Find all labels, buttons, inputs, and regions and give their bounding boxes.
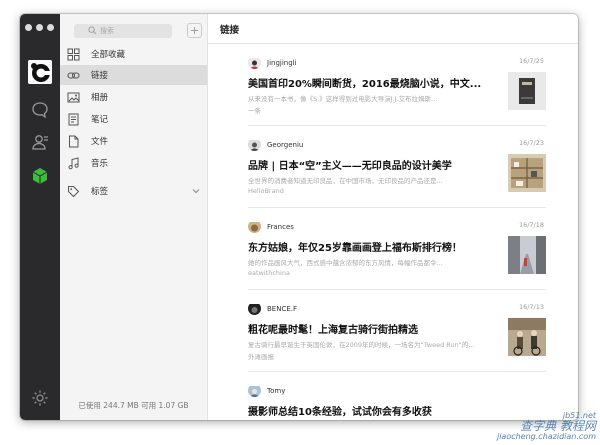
watermark: jb51.net 查字典 教程网 jiaocheng.chazidian.com bbox=[496, 411, 596, 441]
search-icon bbox=[88, 26, 97, 35]
item-date: 16/7/23 bbox=[518, 139, 544, 147]
sidebar-item-photos[interactable]: 相册 bbox=[60, 87, 207, 107]
sidebar-item-notes[interactable]: 笔记 bbox=[60, 109, 207, 129]
sidebar-item-label: 全部收藏 bbox=[91, 50, 126, 60]
sidebar-item-label: 链接 bbox=[91, 71, 109, 81]
author-name: Georgeniu bbox=[267, 140, 304, 149]
sidebar-item-label: 文件 bbox=[91, 137, 109, 147]
item-source: eatwithchina bbox=[248, 269, 290, 277]
item-source: HelloBrand bbox=[248, 187, 284, 195]
author-name: Jingjingli bbox=[267, 58, 297, 67]
author-avatar bbox=[248, 220, 261, 233]
author-avatar bbox=[248, 138, 261, 151]
storage-status: 已使用 244.7 MB 可用 1.07 GB bbox=[78, 401, 189, 410]
author-avatar bbox=[248, 302, 261, 315]
list-item[interactable]: Frances 16/7/18 东方姑娘，年仅25岁靠画画登上福布斯排行榜！ 她… bbox=[248, 208, 546, 290]
author-avatar bbox=[248, 56, 261, 69]
watermark-line-2: 查字典 教程网 bbox=[520, 419, 596, 434]
item-source: 一条 bbox=[248, 107, 261, 115]
item-thumbnail bbox=[508, 318, 546, 356]
contacts-icon[interactable] bbox=[30, 132, 50, 152]
music-icon bbox=[67, 156, 80, 170]
sidebar-item-links[interactable]: 链接 bbox=[60, 65, 207, 85]
item-title: 粗花呢最时髦！上海复古骑行街拍精选 bbox=[248, 325, 418, 336]
item-description: 复古骑行最早诞生于英国伦敦，在2009年的时候，一场名为“Tweed Run”的… bbox=[248, 341, 475, 349]
sidebar-item-label: 标签 bbox=[91, 187, 109, 197]
item-description: 从来没有一本书，像《S.》这样得到过电影大导演J.J.艾布拉姆斯... bbox=[248, 95, 438, 103]
sidebar-item-label: 音乐 bbox=[91, 159, 109, 169]
sidebar-item-tags[interactable]: 标签 bbox=[60, 181, 207, 201]
item-author: Frances bbox=[248, 220, 294, 233]
sidebar-item-files[interactable]: 文件 bbox=[60, 131, 207, 151]
sidebar-item-label: 相册 bbox=[91, 93, 109, 103]
author-name: Tomy bbox=[267, 386, 286, 395]
search-placeholder: 搜索 bbox=[100, 27, 114, 35]
link-icon bbox=[67, 69, 80, 82]
sidebar-item-label: 笔记 bbox=[91, 115, 109, 125]
item-thumbnail bbox=[508, 72, 546, 110]
item-author: Georgeniu bbox=[248, 138, 303, 151]
item-author: Tomy bbox=[248, 384, 285, 397]
author-name: Frances bbox=[267, 222, 294, 231]
add-button[interactable]: + bbox=[187, 23, 202, 38]
list-item[interactable]: BENCE.F 16/7/13 粗花呢最时髦！上海复古骑行街拍精选 复古骑行最早… bbox=[248, 290, 546, 372]
search-input[interactable]: 搜索 bbox=[74, 24, 172, 38]
grid-icon bbox=[67, 48, 80, 61]
chevron-down-icon[interactable] bbox=[192, 187, 200, 195]
window-controls bbox=[25, 24, 54, 31]
item-author: Jingjingli bbox=[248, 56, 297, 69]
list-item[interactable]: Jingjingli 16/7/25 美国首印20%瞬间断货，2016最烧脑小说… bbox=[248, 44, 546, 126]
item-description: 全世界的消费者知道无印良品，在中国市场，无印良品的产品还是... bbox=[248, 177, 443, 185]
item-date: 16/7/18 bbox=[518, 221, 544, 229]
app-icon-bar bbox=[20, 14, 60, 420]
list-item[interactable]: Georgeniu 16/7/23 品牌 | 日本“空”主义——无印良品的设计美… bbox=[248, 126, 546, 208]
file-icon bbox=[67, 135, 80, 148]
item-title: 摄影师总结10条经验，试试你会有多收获 bbox=[248, 407, 432, 418]
author-avatar bbox=[248, 384, 261, 397]
avatar[interactable] bbox=[28, 60, 52, 84]
maximize-dot[interactable] bbox=[47, 24, 54, 31]
sidebar-item-all[interactable]: 全部收藏 bbox=[60, 44, 207, 64]
item-source: 外滩画报 bbox=[248, 353, 274, 361]
item-description: 她的作品画风大气，西式感中蕴含浓郁的东方风情，每幅作品都令... bbox=[248, 259, 443, 267]
item-date: 16/7/13 bbox=[518, 303, 544, 311]
item-title: 品牌 | 日本“空”主义——无印良品的设计美学 bbox=[248, 161, 452, 172]
item-author: BENCE.F bbox=[248, 302, 297, 315]
sidebar-item-music[interactable]: 音乐 bbox=[60, 153, 207, 173]
item-title: 美国首印20%瞬间断货，2016最烧脑小说，中文... bbox=[248, 79, 482, 90]
settings-gear-icon[interactable] bbox=[30, 388, 50, 408]
favorites-cube-icon[interactable] bbox=[30, 166, 50, 186]
author-name: BENCE.F bbox=[267, 304, 298, 313]
item-date: 16/7/25 bbox=[518, 57, 544, 65]
links-panel: 链接 Jingjingli 16/7/25 美国首印20%瞬间断货，2016最烧… bbox=[208, 14, 578, 420]
tag-icon bbox=[67, 185, 80, 198]
note-icon bbox=[67, 113, 80, 126]
item-thumbnail bbox=[508, 154, 546, 192]
chat-icon[interactable] bbox=[30, 100, 50, 120]
photo-icon bbox=[67, 91, 80, 104]
watermark-line-3: jiaocheng.chazidian.com bbox=[496, 431, 596, 441]
close-dot[interactable] bbox=[25, 24, 32, 31]
item-thumbnail bbox=[508, 236, 546, 274]
app-window: 搜索 + 全部收藏 链接 相册 笔记 文件 音乐 标签 已使用 244.7 MB… bbox=[20, 14, 578, 420]
item-title: 东方姑娘，年仅25岁靠画画登上福布斯排行榜！ bbox=[248, 243, 462, 254]
page-title: 链接 bbox=[208, 14, 578, 44]
favorites-sidebar: 搜索 + 全部收藏 链接 相册 笔记 文件 音乐 标签 已使用 244.7 MB… bbox=[60, 14, 208, 420]
minimize-dot[interactable] bbox=[36, 24, 43, 31]
